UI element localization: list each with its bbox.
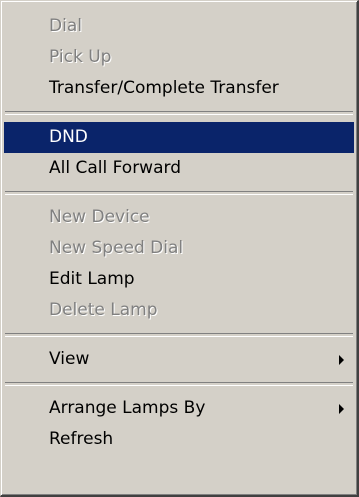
menu-item-dial: Dial bbox=[4, 11, 354, 42]
menu-item-new-speed-dial: New Speed Dial bbox=[4, 233, 354, 264]
menu-item-label: Refresh bbox=[49, 429, 114, 449]
menu-separator bbox=[5, 111, 353, 115]
menu-item-label: New Speed Dial bbox=[49, 238, 184, 258]
menu-item-edit-lamp[interactable]: Edit Lamp bbox=[4, 264, 354, 295]
context-menu: Dial Pick Up Transfer/Complete Transfer … bbox=[0, 0, 359, 497]
menu-item-pick-up: Pick Up bbox=[4, 42, 354, 73]
menu-separator bbox=[5, 382, 353, 386]
menu-separator bbox=[5, 191, 353, 195]
menu-item-view[interactable]: View bbox=[4, 344, 354, 375]
menu-item-label: Pick Up bbox=[49, 47, 112, 67]
menu-item-delete-lamp: Delete Lamp bbox=[4, 295, 354, 326]
menu-item-label: View bbox=[49, 349, 90, 369]
menu-item-label: New Device bbox=[49, 207, 150, 227]
menu-item-transfer[interactable]: Transfer/Complete Transfer bbox=[4, 73, 354, 104]
menu-item-arrange-lamps-by[interactable]: Arrange Lamps By bbox=[4, 393, 354, 424]
submenu-arrow-icon bbox=[339, 355, 344, 365]
menu-item-label: Delete Lamp bbox=[49, 300, 158, 320]
menu-item-dnd[interactable]: DND bbox=[4, 122, 354, 153]
menu-item-label: All Call Forward bbox=[49, 158, 181, 178]
menu-item-all-call-forward[interactable]: All Call Forward bbox=[4, 153, 354, 184]
menu-item-label: Arrange Lamps By bbox=[49, 398, 206, 418]
menu-item-label: Transfer/Complete Transfer bbox=[49, 78, 279, 98]
menu-item-new-device: New Device bbox=[4, 202, 354, 233]
menu-item-label: DND bbox=[49, 127, 88, 147]
menu-item-label: Edit Lamp bbox=[49, 269, 135, 289]
menu-item-label: Dial bbox=[49, 16, 82, 36]
submenu-arrow-icon bbox=[339, 404, 344, 414]
menu-separator bbox=[5, 333, 353, 337]
menu-item-refresh[interactable]: Refresh bbox=[4, 424, 354, 455]
